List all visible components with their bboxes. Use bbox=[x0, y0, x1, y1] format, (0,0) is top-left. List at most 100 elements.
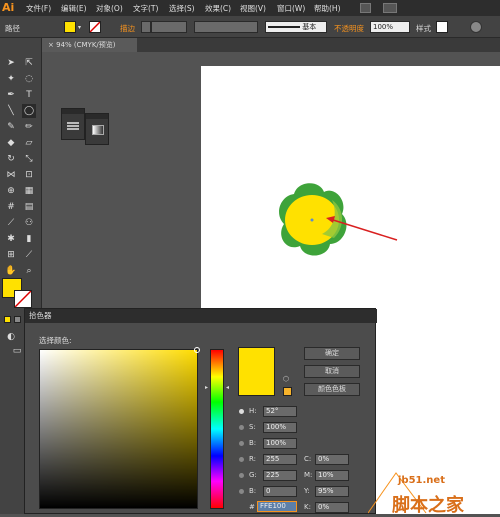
brush-dropdown[interactable]: 基本 bbox=[265, 21, 327, 33]
artboard-tool-icon[interactable]: ⊞ bbox=[4, 248, 18, 262]
menu-type[interactable]: 文字(T) bbox=[133, 3, 158, 14]
black-input[interactable]: 0% bbox=[315, 502, 349, 513]
direct-selection-tool-icon[interactable]: ⇱ bbox=[22, 56, 36, 70]
paintbrush-icon[interactable]: ✎ bbox=[4, 120, 18, 134]
select-color-label: 选择颜色: bbox=[39, 336, 72, 345]
magic-wand-icon[interactable]: ✦ bbox=[4, 72, 18, 86]
stroke-weight-input[interactable] bbox=[151, 21, 187, 33]
scale-tool-icon[interactable]: ⤡ bbox=[22, 152, 36, 166]
cancel-button[interactable]: 取消 bbox=[304, 365, 360, 378]
dialog-title[interactable]: 拾色器 bbox=[25, 309, 377, 323]
m-label: M: bbox=[304, 471, 313, 479]
color-mode-icon[interactable] bbox=[4, 316, 11, 323]
style-label: 样式 bbox=[416, 24, 431, 33]
radio-blue[interactable] bbox=[239, 489, 244, 494]
hex-input[interactable]: FFE100 bbox=[257, 501, 297, 512]
zoom-tool-icon[interactable]: ⌕ bbox=[22, 264, 36, 278]
hand-tool-icon[interactable]: ✋ bbox=[4, 264, 18, 278]
arrange-documents-icon[interactable] bbox=[383, 3, 397, 13]
blue-input[interactable]: 0 bbox=[263, 486, 297, 497]
pen-tool-icon[interactable]: ✒ bbox=[4, 88, 18, 102]
menu-effect[interactable]: 效果(C) bbox=[205, 3, 231, 14]
eyedropper-icon[interactable]: ⟋ bbox=[4, 216, 18, 230]
radio-s[interactable] bbox=[239, 425, 244, 430]
magenta-input[interactable]: 10% bbox=[315, 470, 349, 481]
opacity-input[interactable]: 100% bbox=[370, 21, 410, 33]
pencil-icon[interactable]: ✏ bbox=[22, 120, 36, 134]
ok-button[interactable]: 确定 bbox=[304, 347, 360, 360]
s-label: S: bbox=[249, 423, 256, 431]
b-label: B: bbox=[249, 439, 257, 447]
menu-window[interactable]: 窗口(W) bbox=[277, 3, 305, 14]
document-tab[interactable]: × 94% (CMYK/预览) bbox=[42, 38, 137, 52]
slice-tool-icon[interactable]: ⟋ bbox=[22, 248, 36, 262]
radio-h[interactable] bbox=[239, 409, 244, 414]
selection-tool-icon[interactable]: ➤ bbox=[4, 56, 18, 70]
mesh-tool-icon[interactable]: # bbox=[4, 200, 18, 214]
radio-r[interactable] bbox=[239, 457, 244, 462]
radio-g[interactable] bbox=[239, 473, 244, 478]
c-label: C: bbox=[304, 455, 312, 463]
fill-swatch[interactable] bbox=[64, 21, 76, 33]
bridge-icon[interactable] bbox=[360, 3, 371, 13]
cyan-input[interactable]: 0% bbox=[315, 454, 349, 465]
green-input[interactable]: 225 bbox=[263, 470, 297, 481]
hex-label: # bbox=[249, 503, 255, 511]
stroke-weight-stepper[interactable] bbox=[141, 21, 151, 33]
gamut-swatch[interactable] bbox=[283, 387, 292, 396]
shape-builder-icon[interactable]: ⊕ bbox=[4, 184, 18, 198]
out-of-gamut-icon[interactable]: ⬡ bbox=[283, 375, 289, 383]
menu-file[interactable]: 文件(F) bbox=[26, 3, 51, 14]
blend-tool-icon[interactable]: ⚇ bbox=[22, 216, 36, 230]
lasso-icon[interactable]: ◌ bbox=[22, 72, 36, 86]
collapsed-panel[interactable] bbox=[85, 113, 109, 145]
line-tool-icon[interactable]: ╲ bbox=[4, 104, 18, 118]
menu-view[interactable]: 视图(V) bbox=[240, 3, 266, 14]
gradient-tool-icon[interactable]: ▤ bbox=[22, 200, 36, 214]
close-icon[interactable]: × bbox=[48, 41, 54, 49]
stroke-swatch[interactable] bbox=[89, 21, 101, 33]
color-cursor[interactable] bbox=[194, 347, 200, 353]
menu-object[interactable]: 对象(O) bbox=[96, 3, 123, 14]
opacity-label[interactable]: 不透明度 bbox=[334, 23, 364, 34]
width-tool-icon[interactable]: ⋈ bbox=[4, 168, 18, 182]
hue-slider[interactable]: ▸ ◂ bbox=[205, 349, 229, 509]
menu-select[interactable]: 选择(S) bbox=[169, 3, 195, 14]
saturation-input[interactable]: 100% bbox=[263, 422, 297, 433]
symbol-sprayer-icon[interactable]: ✱ bbox=[4, 232, 18, 246]
eraser-icon[interactable]: ▱ bbox=[22, 136, 36, 150]
stroke-color-box[interactable] bbox=[14, 290, 32, 308]
stroke-label[interactable]: 描边 bbox=[120, 23, 135, 34]
artwork[interactable] bbox=[272, 182, 402, 267]
chevron-down-icon[interactable]: ▾ bbox=[78, 24, 83, 31]
ellipse-tool-icon[interactable]: ◯ bbox=[22, 104, 36, 118]
collapsed-panel[interactable] bbox=[61, 108, 85, 140]
watermark: jb51.net 脚本之家 bbox=[368, 472, 500, 516]
blob-brush-icon[interactable]: ◆ bbox=[4, 136, 18, 150]
graphic-style-swatch[interactable] bbox=[436, 21, 448, 33]
perspective-grid-icon[interactable]: ▦ bbox=[22, 184, 36, 198]
color-swatches-button[interactable]: 颜色色板 bbox=[304, 383, 360, 396]
menu-edit[interactable]: 编辑(E) bbox=[61, 3, 87, 14]
hue-slider-left-arrow-icon[interactable]: ▸ bbox=[205, 384, 208, 391]
document-setup-icon[interactable] bbox=[470, 21, 482, 33]
radio-b[interactable] bbox=[239, 441, 244, 446]
draw-mode-icon[interactable]: ◐ bbox=[4, 330, 18, 344]
type-tool-icon[interactable]: T bbox=[22, 88, 36, 102]
menu-help[interactable]: 帮助(H) bbox=[314, 3, 341, 14]
variable-width-dropdown[interactable] bbox=[194, 21, 258, 33]
red-input[interactable]: 255 bbox=[263, 454, 297, 465]
brightness-input[interactable]: 100% bbox=[263, 438, 297, 449]
column-graph-icon[interactable]: ▮ bbox=[22, 232, 36, 246]
hue-input[interactable]: 52° bbox=[263, 406, 297, 417]
gradient-mode-icon[interactable] bbox=[14, 316, 21, 323]
menu-icon bbox=[67, 122, 79, 124]
free-transform-icon[interactable]: ⊡ bbox=[22, 168, 36, 182]
brush-style-value: 基本 bbox=[302, 23, 317, 31]
screen-mode-icon[interactable]: ▭ bbox=[10, 344, 24, 358]
new-color-preview bbox=[238, 347, 275, 396]
saturation-brightness-field[interactable] bbox=[39, 347, 200, 509]
yellow-input[interactable]: 95% bbox=[315, 486, 349, 497]
rotate-tool-icon[interactable]: ↻ bbox=[4, 152, 18, 166]
hue-slider-right-arrow-icon[interactable]: ◂ bbox=[226, 384, 229, 391]
